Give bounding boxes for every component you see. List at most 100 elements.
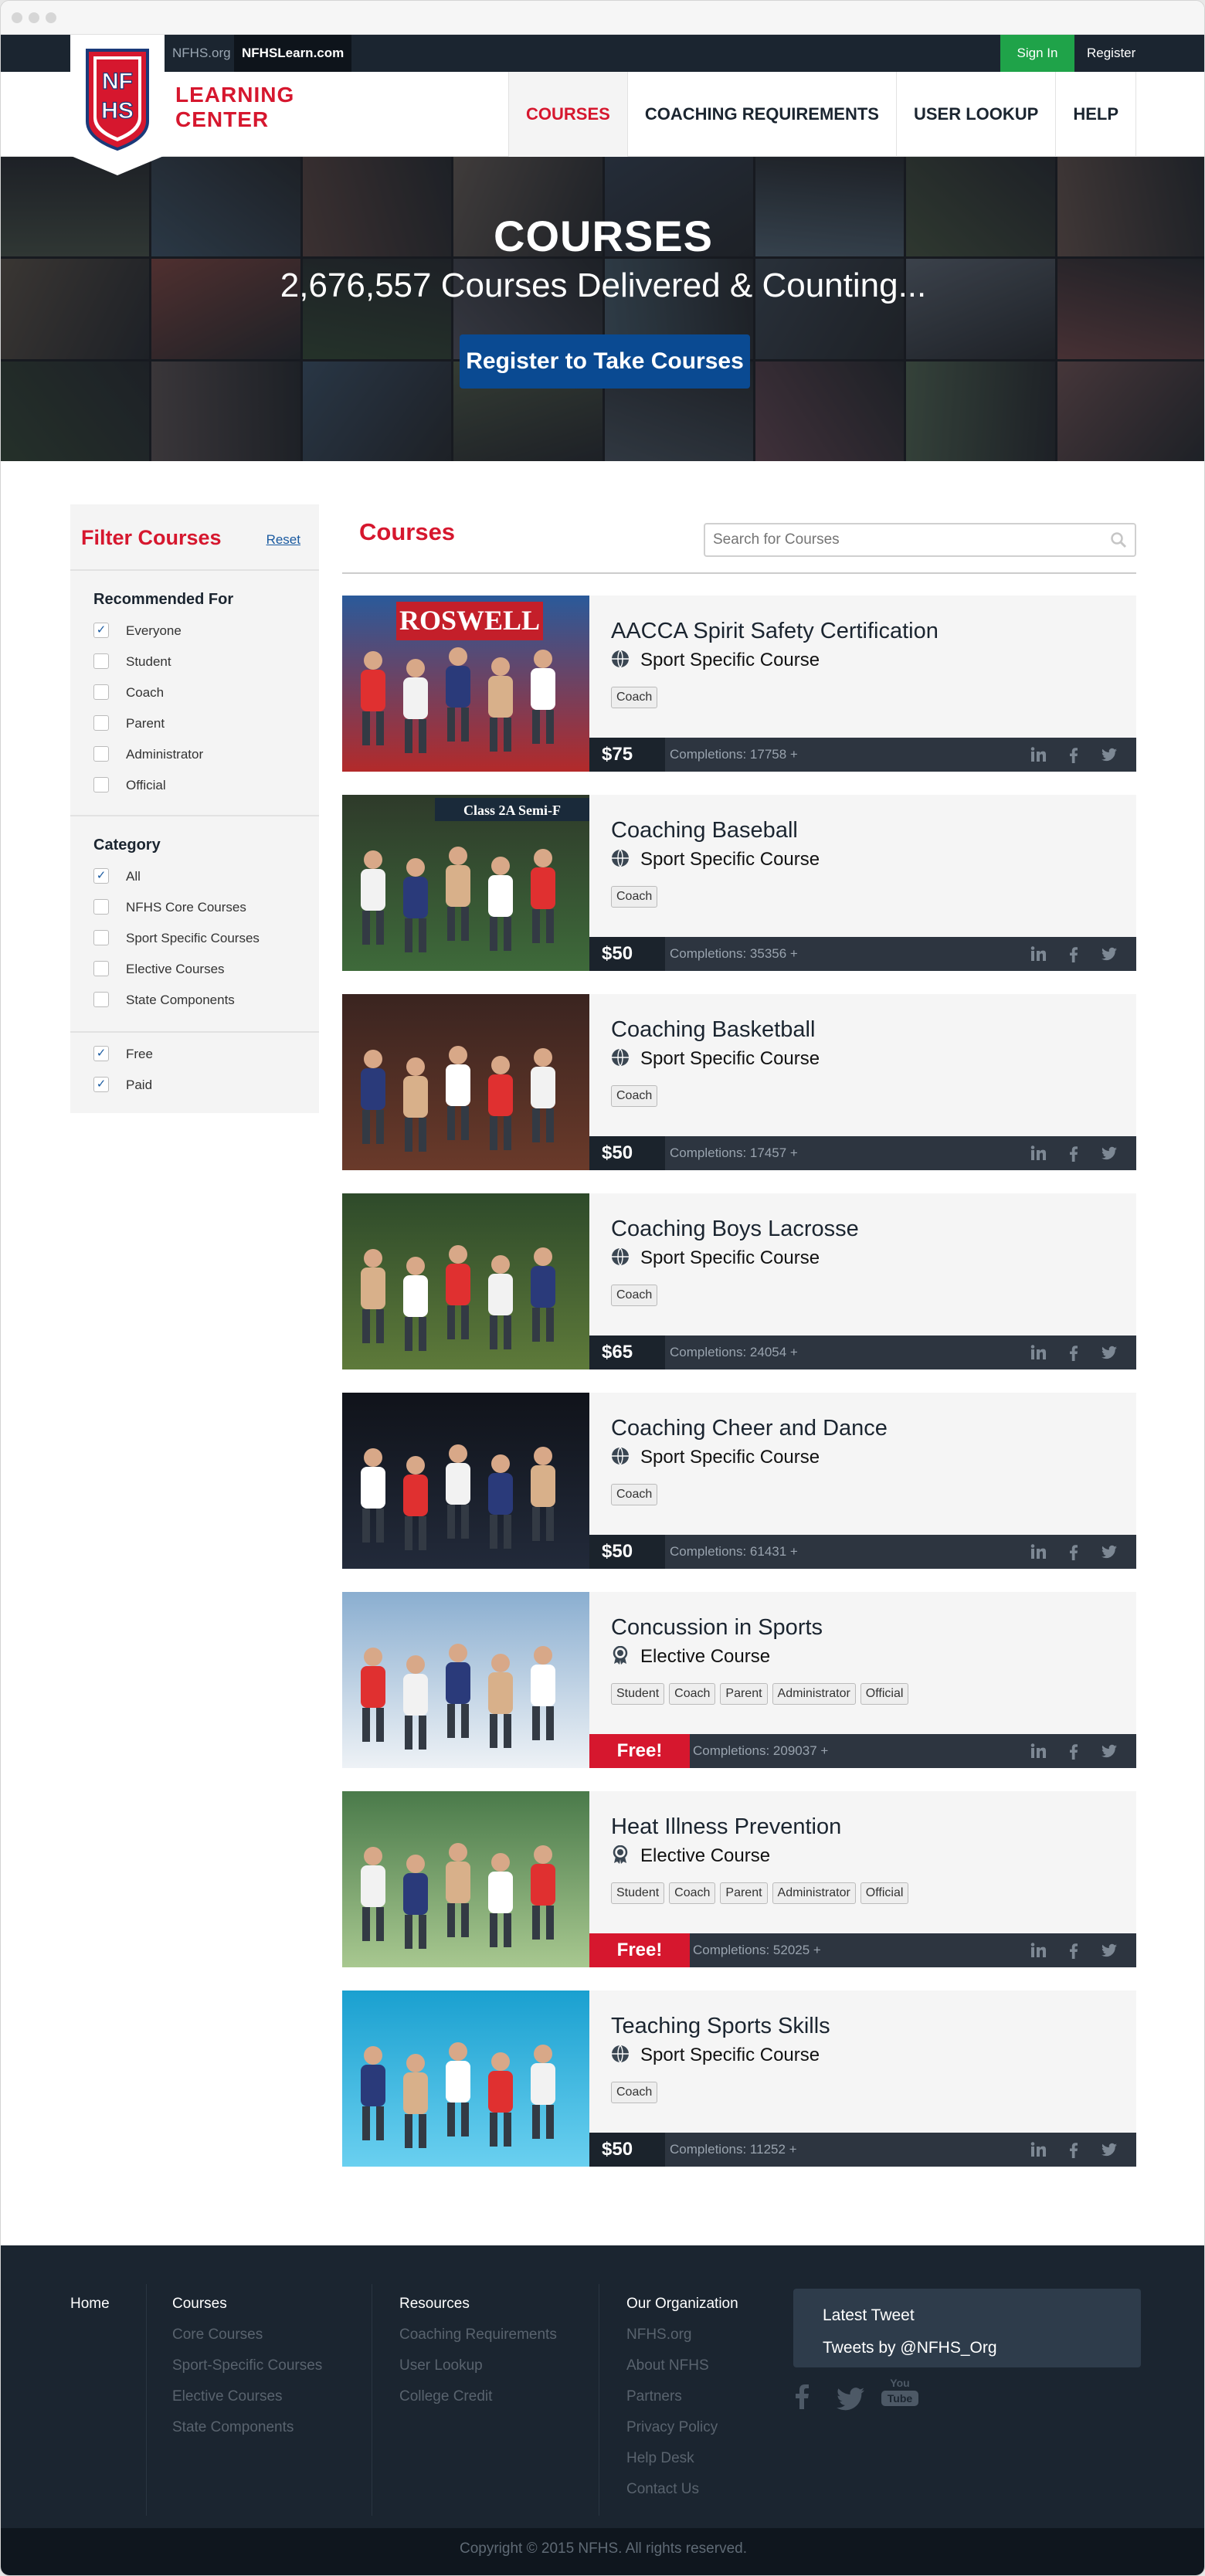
latest-tweet-widget[interactable]: Latest Tweet Tweets by @NFHS_Org [793, 2289, 1141, 2367]
category-option-elective-courses[interactable]: Elective Courses [93, 959, 225, 980]
share-linkedin-icon[interactable] [1030, 1743, 1047, 1760]
course-card[interactable]: Concussion in Sports Elective Course Stude… [342, 1592, 1136, 1768]
course-card[interactable]: ROSWELL AACCA Spirit Safety Certification… [342, 596, 1136, 772]
share-linkedin-icon[interactable] [1030, 1145, 1047, 1162]
course-card[interactable]: Coaching Boys Lacrosse Sport Specific Cou… [342, 1193, 1136, 1369]
recommended-checkbox[interactable] [93, 653, 109, 669]
share-linkedin-icon[interactable] [1030, 945, 1047, 962]
share-twitter-icon[interactable] [1101, 2141, 1118, 2158]
footer-org-link-about-nfhs[interactable]: About NFHS [626, 2350, 738, 2381]
share-linkedin-icon[interactable] [1030, 2141, 1047, 2158]
share-twitter-icon[interactable] [1101, 746, 1118, 763]
footer-org-link-help-desk[interactable]: Help Desk [626, 2443, 738, 2474]
course-price[interactable]: $50 [589, 937, 665, 971]
share-facebook-icon[interactable] [1065, 1743, 1082, 1760]
recommended-checkbox[interactable] [93, 714, 109, 731]
window-close-dot[interactable] [12, 12, 22, 23]
nav-courses[interactable]: COURSES [509, 72, 628, 157]
learning-center-wordmark[interactable]: LEARNING CENTER [175, 83, 294, 132]
course-price[interactable]: Free! [589, 1933, 690, 1967]
share-linkedin-icon[interactable] [1030, 1942, 1047, 1959]
course-price[interactable]: Free! [589, 1734, 690, 1768]
share-facebook-icon[interactable] [1065, 1543, 1082, 1560]
nfhslearn-link[interactable]: NFHSLearn.com [234, 35, 352, 72]
tweets-by-link[interactable]: Tweets by @NFHS_Org [823, 2332, 1112, 2364]
recommended-option-everyone[interactable]: ✓ Everyone [93, 620, 182, 642]
share-facebook-icon[interactable] [1065, 1344, 1082, 1361]
footer-courses-link-sport-specific-courses[interactable]: Sport-Specific Courses [172, 2350, 322, 2381]
youtube-icon[interactable]: You Tube [881, 2377, 918, 2406]
recommended-option-official[interactable]: Official [93, 775, 166, 796]
search-icon[interactable] [1110, 531, 1127, 548]
course-card[interactable]: Class 2A Semi-F Coaching Baseball Sport Sp… [342, 795, 1136, 971]
recommended-option-administrator[interactable]: Administrator [93, 744, 203, 765]
register-courses-button[interactable]: Register to Take Courses [460, 334, 750, 389]
share-twitter-icon[interactable] [1101, 1344, 1118, 1361]
course-price[interactable]: $50 [589, 1535, 665, 1569]
nav-user-lookup[interactable]: USER LOOKUP [897, 72, 1057, 157]
course-title[interactable]: Coaching Basketball [611, 1017, 815, 1043]
reset-filters-link[interactable]: Reset [266, 532, 300, 548]
category-option-sport-specific-courses[interactable]: Sport Specific Courses [93, 928, 260, 949]
footer-org-link-privacy-policy[interactable]: Privacy Policy [626, 2412, 738, 2443]
nfhs-org-link[interactable]: NFHS.org [165, 35, 239, 72]
footer-courses-link-core-courses[interactable]: Core Courses [172, 2320, 322, 2350]
window-minimize-dot[interactable] [29, 12, 39, 23]
course-title[interactable]: Concussion in Sports [611, 1615, 823, 1641]
course-card[interactable]: Teaching Sports Skills Sport Specific Cou… [342, 1991, 1136, 2167]
share-facebook-icon[interactable] [1065, 1145, 1082, 1162]
recommended-checkbox[interactable] [93, 684, 109, 700]
recommended-checkbox[interactable] [93, 776, 109, 792]
category-checkbox[interactable] [93, 960, 109, 976]
recommended-option-student[interactable]: Student [93, 651, 171, 673]
category-checkbox[interactable]: ✓ [93, 867, 109, 884]
course-photo[interactable] [342, 1193, 589, 1369]
footer-courses-link-state-components[interactable]: State Components [172, 2412, 322, 2443]
pricing-option-paid[interactable]: ✓ Paid [93, 1074, 152, 1096]
search-input[interactable] [705, 524, 1076, 555]
share-twitter-icon[interactable] [1101, 1743, 1118, 1760]
share-facebook-icon[interactable] [1065, 746, 1082, 763]
share-twitter-icon[interactable] [1101, 1543, 1118, 1560]
nav-coaching-requirements[interactable]: COACHING REQUIREMENTS [628, 72, 897, 157]
category-option-state-components[interactable]: State Components [93, 989, 235, 1011]
course-card[interactable]: Coaching Cheer and Dance Sport Specific C… [342, 1393, 1136, 1569]
course-card[interactable]: Heat Illness Prevention Elective Course St… [342, 1791, 1136, 1967]
category-checkbox[interactable] [93, 929, 109, 945]
recommended-checkbox[interactable] [93, 745, 109, 762]
register-link[interactable]: Register [1079, 35, 1143, 72]
course-card[interactable]: Coaching Basketball Sport Specific Course… [342, 994, 1136, 1170]
course-photo[interactable] [342, 1393, 589, 1569]
course-photo[interactable] [342, 1592, 589, 1768]
share-facebook-icon[interactable] [1065, 2141, 1082, 2158]
course-photo[interactable] [342, 1991, 589, 2167]
course-title[interactable]: Heat Illness Prevention [611, 1814, 841, 1840]
course-title[interactable]: Coaching Cheer and Dance [611, 1416, 888, 1441]
category-option-nfhs-core-courses[interactable]: NFHS Core Courses [93, 897, 246, 918]
recommended-checkbox[interactable]: ✓ [93, 622, 109, 638]
course-price[interactable]: $50 [589, 1136, 665, 1170]
course-title[interactable]: Teaching Sports Skills [611, 2014, 830, 2039]
recommended-option-coach[interactable]: Coach [93, 682, 164, 704]
share-twitter-icon[interactable] [1101, 945, 1118, 962]
course-title[interactable]: Coaching Boys Lacrosse [611, 1217, 859, 1242]
share-linkedin-icon[interactable] [1030, 1344, 1047, 1361]
category-option-all[interactable]: ✓ All [93, 866, 141, 888]
course-price[interactable]: $75 [589, 738, 665, 772]
footer-org-link-contact-us[interactable]: Contact Us [626, 2474, 738, 2505]
category-checkbox[interactable] [93, 898, 109, 915]
share-facebook-icon[interactable] [1065, 945, 1082, 962]
recommended-option-parent[interactable]: Parent [93, 713, 165, 735]
course-price[interactable]: $50 [589, 2133, 665, 2167]
window-zoom-dot[interactable] [46, 12, 56, 23]
footer-resources-link-user-lookup[interactable]: User Lookup [399, 2350, 557, 2381]
footer-resources-link-coaching-requirements[interactable]: Coaching Requirements [399, 2320, 557, 2350]
pricing-option-free[interactable]: ✓ Free [93, 1044, 153, 1065]
course-title[interactable]: AACCA Spirit Safety Certification [611, 619, 939, 644]
pricing-checkbox[interactable]: ✓ [93, 1076, 109, 1092]
footer-resources-link-college-credit[interactable]: College Credit [399, 2381, 557, 2412]
course-photo[interactable] [342, 1791, 589, 1967]
sign-in-button[interactable]: Sign In [1000, 35, 1074, 72]
course-title[interactable]: Coaching Baseball [611, 818, 798, 843]
course-photo[interactable]: Class 2A Semi-F [342, 795, 589, 971]
